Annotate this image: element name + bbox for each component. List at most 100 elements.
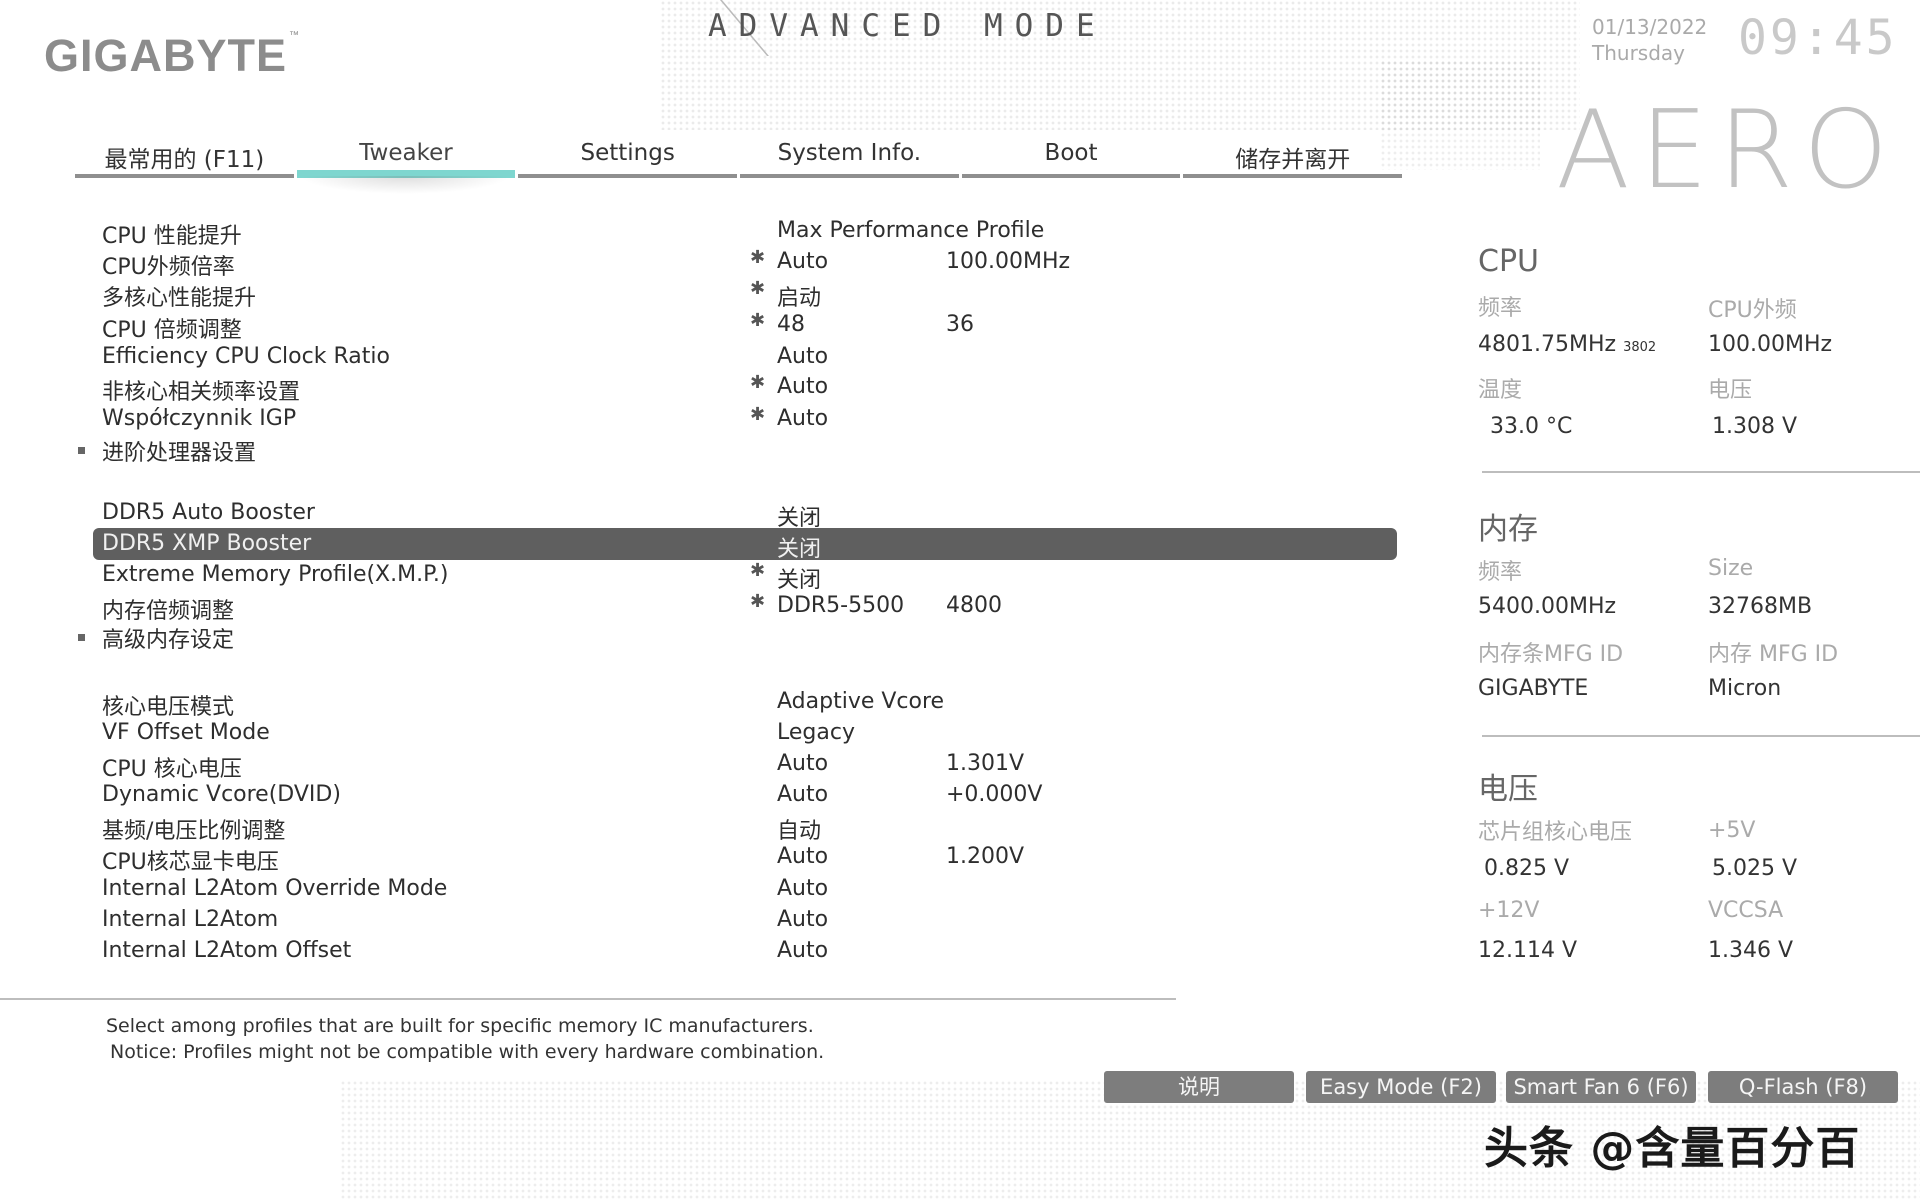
- setting-row[interactable]: Internal L2Atom Offset Auto: [0, 938, 1400, 968]
- cpu-temp-value: 33.0 °C: [1490, 414, 1573, 439]
- star-icon: ✱: [750, 247, 766, 268]
- setting-label: Dynamic Vcore(DVID): [102, 782, 341, 807]
- setting-value[interactable]: Auto: [777, 344, 828, 369]
- setting-row[interactable]: VF Offset Mode Legacy: [0, 720, 1400, 750]
- date-display: 01/13/2022 Thursday: [1592, 14, 1707, 66]
- tab-bar: 最常用的 (F11) Tweaker Settings System Info.…: [75, 134, 1405, 178]
- tab-favorites[interactable]: 最常用的 (F11): [75, 134, 294, 178]
- setting-row[interactable]: Extreme Memory Profile(X.M.P.) ✱ 关闭: [0, 560, 1400, 594]
- tab-tweaker[interactable]: Tweaker: [296, 134, 516, 178]
- setting-label: CPU 倍频调整: [102, 318, 242, 343]
- v12-label: +12V: [1478, 898, 1540, 923]
- setting-label: 进阶处理器设置: [102, 441, 257, 466]
- mem-chip-mfg-label: 内存 MFG ID: [1708, 642, 1839, 667]
- setting-row[interactable]: 非核心相关频率设置 ✱ Auto: [0, 372, 1400, 405]
- setting-value[interactable]: Auto: [777, 751, 828, 776]
- submenu-bullet-icon: [78, 447, 85, 454]
- mem-chip-mfg-value: Micron: [1708, 676, 1782, 701]
- setting-row[interactable]: Efficiency CPU Clock Ratio Auto: [0, 344, 1400, 374]
- setting-value[interactable]: Auto: [777, 249, 828, 274]
- setting-label: Extreme Memory Profile(X.M.P.): [102, 562, 449, 587]
- setting-label: Internal L2Atom: [102, 907, 279, 932]
- submenu-item[interactable]: 高级内存设定: [0, 622, 1400, 653]
- setting-row[interactable]: Współczynnik IGP ✱ Auto: [0, 404, 1400, 436]
- setting-label: CPU 性能提升: [102, 224, 242, 249]
- setting-value[interactable]: Auto: [777, 374, 828, 399]
- easy-mode-button[interactable]: Easy Mode (F2): [1306, 1071, 1496, 1103]
- star-icon: ✱: [750, 372, 766, 393]
- vccsa-value: 1.346 V: [1708, 938, 1794, 963]
- help-button[interactable]: 说明: [1104, 1071, 1294, 1103]
- setting-label: 内存倍频调整: [102, 599, 235, 624]
- setting-row[interactable]: CPU 性能提升 Max Performance Profile: [0, 218, 1400, 249]
- setting-row[interactable]: Internal L2Atom Override Mode Auto: [0, 876, 1400, 906]
- cpu-bclk-value: 100.00MHz: [1708, 332, 1833, 357]
- cpu-freq-value: 4801.75MHz 3802: [1478, 332, 1657, 357]
- help-text: Select among profiles that are built for…: [106, 1013, 824, 1065]
- tab-save-exit[interactable]: 储存并离开: [1183, 134, 1403, 178]
- setting-value[interactable]: DDR5-5500: [777, 593, 904, 618]
- star-icon: ✱: [750, 560, 766, 581]
- setting-value[interactable]: Auto: [777, 844, 828, 869]
- setting-row[interactable]: CPU核芯显卡电压 Auto 1.200V: [0, 844, 1400, 875]
- setting-current-value: 1.301V: [946, 751, 1025, 776]
- sidebar-memory-title: 内存: [1478, 512, 1538, 547]
- sidebar-cpu: CPU 频率 CPU外频 4801.75MHz 3802 100.00MHz 温…: [1478, 244, 1832, 439]
- setting-row[interactable]: 内存倍频调整 ✱ DDR5-5500 4800: [0, 591, 1400, 624]
- cpu-bclk-label: CPU外频: [1708, 298, 1797, 323]
- setting-value[interactable]: Auto: [777, 907, 828, 932]
- setting-current-value: 1.200V: [946, 844, 1025, 869]
- setting-row[interactable]: Dynamic Vcore(DVID) Auto +0.000V: [0, 782, 1400, 812]
- watermark-text: 头条 @含量百分百: [1484, 1123, 1861, 1174]
- mode-title: ADVANCED MODE: [708, 8, 1107, 44]
- setting-label: VF Offset Mode: [102, 720, 270, 745]
- setting-value[interactable]: Auto: [777, 406, 828, 431]
- qflash-button[interactable]: Q-Flash (F8): [1708, 1071, 1898, 1103]
- setting-value[interactable]: Max Performance Profile: [777, 218, 1044, 243]
- setting-value[interactable]: Auto: [777, 876, 828, 901]
- smart-fan-button[interactable]: Smart Fan 6 (F6): [1506, 1071, 1696, 1103]
- star-icon: ✱: [750, 310, 766, 331]
- setting-row[interactable]: Internal L2Atom Auto: [0, 907, 1400, 937]
- setting-row[interactable]: 基频/电压比例调整 自动: [0, 813, 1400, 845]
- setting-value[interactable]: 启动: [777, 280, 821, 312]
- setting-label: 多核心性能提升: [102, 286, 257, 311]
- tab-boot[interactable]: Boot: [961, 134, 1181, 178]
- setting-value[interactable]: Auto: [777, 782, 828, 807]
- setting-value[interactable]: 关闭: [777, 531, 821, 563]
- setting-label: DDR5 Auto Booster: [102, 500, 315, 525]
- setting-row[interactable]: 多核心性能提升 ✱ 启动: [0, 278, 1400, 312]
- chipset-voltage-value: 0.825 V: [1484, 856, 1570, 881]
- setting-row[interactable]: 核心电压模式 Adaptive Vcore: [0, 689, 1400, 720]
- help-line-2: Notice: Profiles might not be compatible…: [110, 1041, 825, 1063]
- setting-label: DDR5 XMP Booster: [102, 531, 312, 556]
- setting-value[interactable]: 关闭: [777, 562, 821, 594]
- setting-label: CPU外频倍率: [102, 255, 235, 280]
- setting-label: Internal L2Atom Override Mode: [102, 876, 448, 901]
- cpu-temp-label: 温度: [1478, 378, 1523, 403]
- setting-current-value: +0.000V: [946, 782, 1043, 807]
- setting-value[interactable]: Auto: [777, 938, 828, 963]
- tab-settings[interactable]: Settings: [518, 134, 738, 178]
- sidebar-memory: 内存 频率 Size 5400.00MHz 32768MB 内存条MFG ID …: [1478, 504, 1838, 701]
- setting-row[interactable]: DDR5 Auto Booster 关闭: [0, 500, 1400, 531]
- cpu-volt-value: 1.308 V: [1712, 414, 1798, 439]
- setting-value[interactable]: 48: [777, 312, 805, 337]
- setting-label: 基频/电压比例调整: [102, 819, 286, 844]
- star-icon: ✱: [750, 278, 766, 299]
- setting-value[interactable]: 自动: [777, 813, 821, 845]
- setting-row[interactable]: DDR5 XMP Booster 关闭: [0, 528, 1400, 563]
- setting-row[interactable]: CPU 核心电压 Auto 1.301V: [0, 751, 1400, 782]
- mem-size-label: Size: [1708, 556, 1754, 581]
- tab-system-info[interactable]: System Info.: [740, 134, 959, 178]
- sidebar-divider-memory: [1482, 735, 1920, 737]
- cpu-volt-label: 电压: [1708, 378, 1753, 403]
- setting-current-value: 100.00MHz: [946, 249, 1071, 274]
- mem-freq-label: 频率: [1478, 560, 1523, 585]
- submenu-item[interactable]: 进阶处理器设置: [0, 435, 1400, 466]
- setting-value[interactable]: Legacy: [777, 720, 855, 745]
- setting-row[interactable]: CPU外频倍率 ✱ Auto 100.00MHz: [0, 247, 1400, 280]
- setting-row[interactable]: CPU 倍频调整 ✱ 48 36: [0, 310, 1400, 343]
- setting-label: 非核心相关频率设置: [102, 380, 301, 405]
- setting-value[interactable]: Adaptive Vcore: [777, 689, 944, 714]
